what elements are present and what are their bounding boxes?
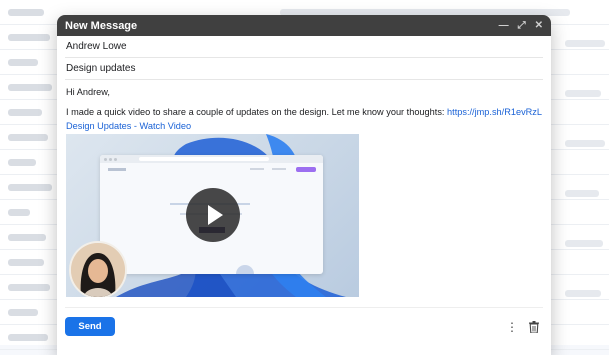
compose-title: New Message: [65, 19, 138, 32]
compose-window: New Message — ⤢ ✕ Andrew Lowe Design upd…: [57, 15, 551, 355]
subject-field[interactable]: Design updates: [65, 58, 543, 80]
message-text: I made a quick video to share a couple o…: [66, 107, 542, 117]
send-button[interactable]: Send: [65, 317, 115, 336]
expand-icon[interactable]: ⤢: [518, 20, 526, 31]
more-options-icon[interactable]: ⋮: [506, 320, 518, 334]
greeting-text: Hi Andrew,: [66, 87, 110, 97]
video-link[interactable]: https://jmp.sh/R1evRzL: [447, 107, 542, 117]
message-sentence: I made a quick video to share a couple o…: [66, 107, 445, 117]
video-title-link[interactable]: Design Updates - Watch Video: [66, 121, 542, 131]
close-icon[interactable]: ✕: [535, 20, 543, 31]
avatar: [69, 241, 127, 297]
presenter-photo: [71, 243, 125, 297]
compose-titlebar[interactable]: New Message — ⤢ ✕: [57, 15, 551, 36]
compose-footer: Send ⋮: [65, 307, 543, 340]
to-field[interactable]: Andrew Lowe: [65, 36, 543, 58]
message-body[interactable]: Hi Andrew, I made a quick video to share…: [57, 80, 551, 131]
play-button[interactable]: [186, 188, 240, 242]
trash-icon[interactable]: [529, 320, 539, 338]
minimize-icon[interactable]: —: [499, 20, 509, 31]
video-thumbnail[interactable]: [66, 134, 359, 297]
